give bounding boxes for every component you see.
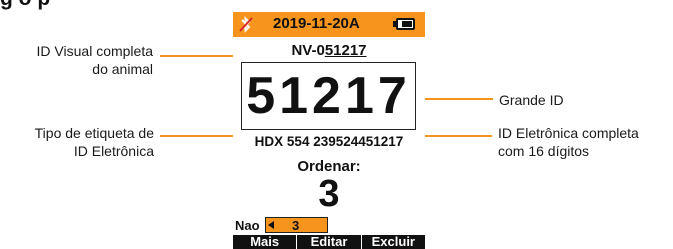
softkey-bar: Mais Editar Excluir [233, 235, 425, 249]
more-button[interactable]: Mais [233, 235, 298, 249]
leader-line-eid-full [425, 135, 492, 137]
device-screen: 2019-11-20A NV-051217 51217 HDX 554 2395… [233, 12, 425, 249]
field-value: 3 [292, 218, 300, 233]
battery-icon [396, 18, 415, 30]
field-label: Nao [235, 218, 260, 233]
visual-id-prefix: NV-0 [291, 42, 325, 59]
callout-eid-full: ID Eletrônica completa com 16 dígitos [498, 125, 639, 159]
big-id-box: 51217 [241, 62, 416, 130]
eid-number: HDX 554 239524451217 [254, 134, 404, 149]
leader-line-tag-type [160, 135, 240, 137]
bluetooth-off-icon [239, 16, 253, 33]
callout-tag-type: Tipo de etiqueta de ID Eletrônica [34, 125, 154, 159]
arrow-left-icon[interactable] [268, 221, 274, 229]
delete-button[interactable]: Excluir [362, 235, 425, 249]
big-id-value: 51217 [246, 67, 411, 125]
edit-button[interactable]: Editar [297, 235, 362, 249]
field-selector[interactable]: 3 [265, 217, 328, 233]
status-header: 2019-11-20A [233, 12, 425, 37]
session-title: 2019-11-20A [273, 15, 360, 32]
visual-id-underlined: 51217 [324, 42, 367, 59]
callout-visual-id: ID Visual completa do animal [36, 43, 153, 77]
page-heading: g o p [0, 0, 50, 11]
order-value: 3 [318, 173, 340, 215]
visual-id: NV-051217 [233, 42, 425, 59]
callout-big-id: Grande ID [499, 92, 564, 108]
